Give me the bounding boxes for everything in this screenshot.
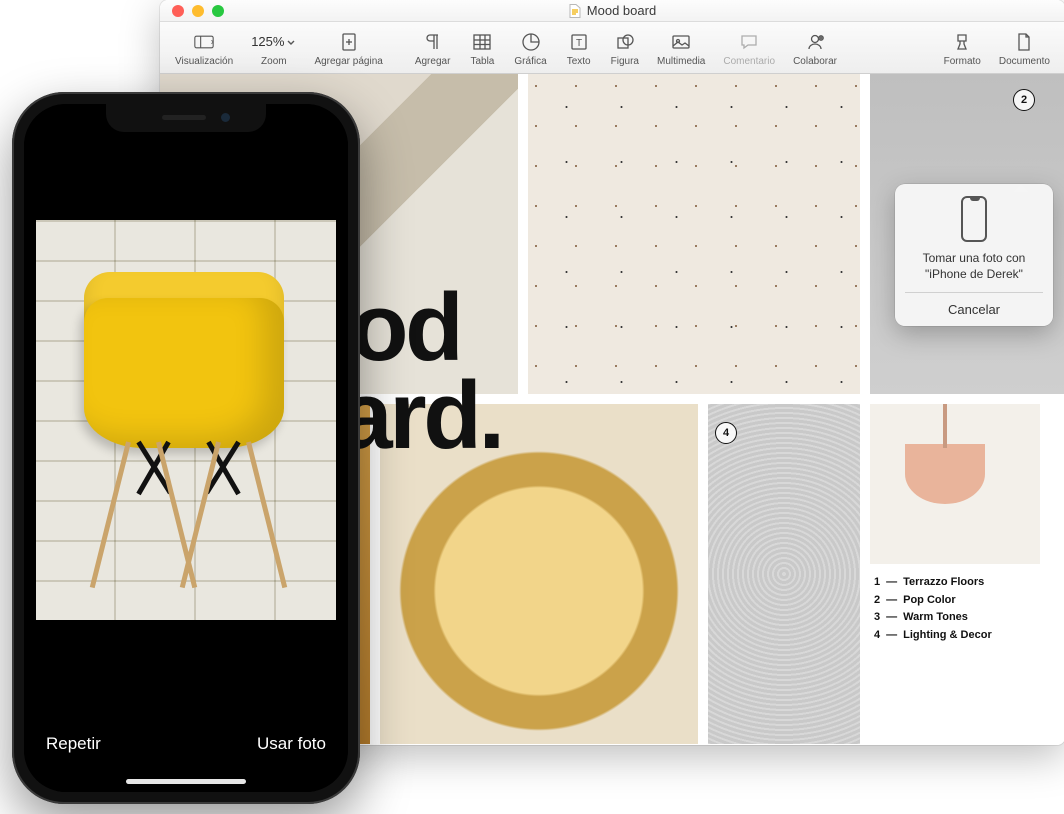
callout-marker-4[interactable]: 4 <box>715 422 737 444</box>
document-icon <box>569 4 581 18</box>
collaborate-button[interactable]: Colaborar <box>784 24 846 73</box>
legend-row: 2—Pop Color <box>874 592 1036 610</box>
use-photo-button[interactable]: Usar foto <box>257 734 326 754</box>
popover-cancel-button[interactable]: Cancelar <box>905 292 1043 326</box>
legend-row: 4—Lighting & Decor <box>874 627 1036 645</box>
iphone-device: Repetir Usar foto <box>12 92 360 804</box>
document-button[interactable]: Documento <box>990 24 1059 73</box>
comment-icon <box>739 31 759 53</box>
image-tile-mirror[interactable] <box>1050 404 1064 744</box>
view-button[interactable]: Visualización <box>166 24 242 73</box>
media-button[interactable]: Multimedia <box>648 24 714 73</box>
camera-action-bar: Repetir Usar foto <box>24 696 348 792</box>
format-button[interactable]: Formato <box>935 24 990 73</box>
text-icon: T <box>569 31 589 53</box>
legend-row: 3—Warm Tones <box>874 609 1036 627</box>
phone-icon <box>961 196 987 242</box>
iphone-screen: Repetir Usar foto <box>24 104 348 792</box>
add-page-button[interactable]: Agregar página <box>305 24 391 73</box>
shape-icon <box>615 31 635 53</box>
insert-button[interactable]: Agregar <box>406 24 460 73</box>
minimize-window-button[interactable] <box>192 5 204 17</box>
chart-button[interactable]: Gráfica <box>505 24 555 73</box>
text-button[interactable]: T Texto <box>556 24 602 73</box>
lamp-and-legend[interactable]: 1—Terrazzo Floors2—Pop Color3—Warm Tones… <box>870 404 1040 744</box>
table-icon <box>472 31 492 53</box>
table-button[interactable]: Tabla <box>459 24 505 73</box>
iphone-notch <box>106 104 266 132</box>
document-icon <box>1014 31 1034 53</box>
add-page-icon <box>339 31 359 53</box>
window-controls <box>160 5 224 17</box>
close-window-button[interactable] <box>172 5 184 17</box>
captured-photo <box>36 220 336 620</box>
zoom-selector[interactable]: 125% Zoom <box>242 24 305 73</box>
media-icon <box>671 31 691 53</box>
shape-button[interactable]: Figura <box>602 24 648 73</box>
comment-button[interactable]: Comentario <box>714 24 784 73</box>
paragraph-icon <box>423 31 443 53</box>
image-tile-terrazzo[interactable] <box>528 74 860 394</box>
image-tile-sofa[interactable] <box>380 404 698 744</box>
document-title: Mood board <box>160 3 1064 18</box>
continuity-camera-popover: Tomar una foto con "iPhone de Derek" Can… <box>895 184 1053 326</box>
callout-marker-2[interactable]: 2 <box>1013 89 1035 111</box>
popover-message: Tomar una foto con "iPhone de Derek" <box>905 250 1043 292</box>
format-brush-icon <box>952 31 972 53</box>
camera-preview[interactable] <box>24 104 348 696</box>
svg-text:T: T <box>576 38 582 49</box>
image-tile-fur[interactable] <box>708 404 860 744</box>
home-indicator[interactable] <box>126 779 246 784</box>
collaborate-icon <box>805 31 825 53</box>
legend-row: 1—Terrazzo Floors <box>874 574 1036 592</box>
zoom-window-button[interactable] <box>212 5 224 17</box>
chart-icon <box>521 31 541 53</box>
retake-button[interactable]: Repetir <box>46 734 101 754</box>
titlebar[interactable]: Mood board <box>160 0 1064 22</box>
legend-list: 1—Terrazzo Floors2—Pop Color3—Warm Tones… <box>870 564 1040 654</box>
view-icon <box>194 31 214 53</box>
toolbar: Visualización 125% Zoom Agregar página A… <box>160 22 1064 74</box>
zoom-value: 125% <box>251 31 296 53</box>
image-tile-lamp <box>870 404 1040 564</box>
